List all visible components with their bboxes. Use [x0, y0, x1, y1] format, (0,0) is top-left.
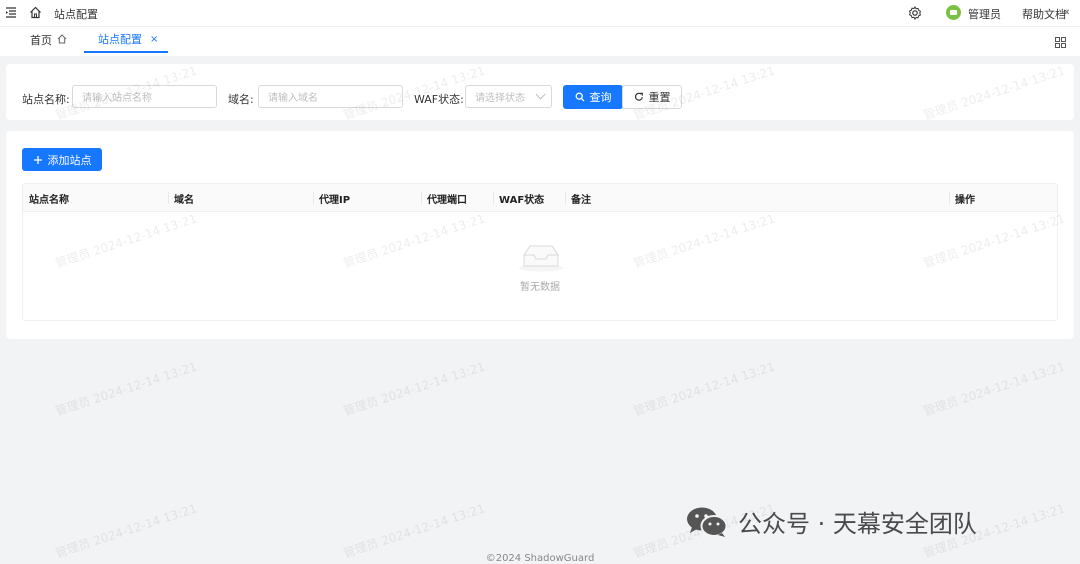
column-proxy-ip: 代理IP: [313, 184, 421, 212]
top-bar: 站点配置 管理员 帮助文档 «: [0, 0, 1080, 26]
search-panel: 站点名称: 请输入站点名称 域名: 请输入域名 WAF状态: 请选择状态 查询 …: [6, 64, 1074, 120]
breadcrumb: 站点配置: [54, 8, 98, 21]
column-remark: 备注: [565, 184, 949, 212]
tab-label: 首页: [30, 34, 52, 47]
reload-icon: [634, 92, 643, 101]
domain-input[interactable]: 请输入域名: [258, 85, 403, 108]
chevron-down-icon: [535, 89, 546, 100]
grid-icon[interactable]: [1055, 37, 1066, 48]
add-site-label: 添加站点: [47, 153, 92, 167]
help-docs-link[interactable]: 帮助文档: [1022, 6, 1066, 22]
home-icon: [57, 33, 67, 47]
column-site-name: 站点名称: [29, 194, 69, 206]
add-site-button[interactable]: 添加站点: [22, 148, 102, 171]
watermark: 管理员 2024-12-14 13:21: [921, 359, 1067, 419]
search-icon: [575, 92, 584, 102]
close-icon[interactable]: ×: [150, 34, 158, 45]
column-actions: 操作: [949, 184, 1057, 212]
avatar[interactable]: [946, 5, 961, 20]
domain-label: 域名:: [228, 93, 254, 106]
menu-toggle-icon[interactable]: [4, 5, 18, 19]
wechat-text: 公众号 · 天幕安全团队: [738, 510, 977, 538]
query-button[interactable]: 查询: [563, 85, 623, 109]
waf-status-select[interactable]: 请选择状态: [465, 85, 552, 108]
reset-label: 重置: [648, 91, 671, 104]
empty-text: 暂无数据: [520, 282, 560, 293]
collapse-icon[interactable]: «: [1063, 5, 1070, 18]
site-name-label: 站点名称:: [22, 93, 70, 106]
reset-button[interactable]: 重置: [622, 85, 682, 109]
column-domain: 域名: [168, 184, 313, 212]
empty-inbox-icon: [519, 245, 563, 272]
footer-copyright: ©2024 ShadowGuard: [485, 553, 595, 564]
tab-label: 站点配置: [98, 33, 142, 46]
watermark: 管理员 2024-12-14 13:21: [341, 359, 487, 419]
home-icon[interactable]: [28, 5, 42, 19]
tabs-bar: 首页 站点配置 ×: [0, 26, 1080, 56]
waf-status-placeholder: 请选择状态: [475, 93, 525, 104]
column-waf-status: WAF状态: [493, 184, 565, 212]
wechat-overlay: 公众号 · 天幕安全团队: [686, 504, 977, 539]
site-name-input[interactable]: 请输入站点名称: [72, 85, 217, 108]
domain-placeholder: 请输入域名: [268, 93, 318, 104]
watermark: 管理员 2024-12-14 13:21: [631, 359, 777, 419]
sites-panel: 添加站点 站点名称 域名 代理IP 代理端口 WAF状态 备注 操作 暂无数据: [6, 131, 1074, 339]
table-header: 站点名称 域名 代理IP 代理端口 WAF状态 备注 操作: [23, 184, 1057, 212]
user-name[interactable]: 管理员: [968, 6, 1001, 22]
tab-site-config[interactable]: 站点配置 ×: [84, 27, 168, 53]
sites-table: 站点名称 域名 代理IP 代理端口 WAF状态 备注 操作 暂无数据: [22, 183, 1058, 321]
waf-status-label: WAF状态:: [414, 93, 464, 106]
plus-icon: [33, 155, 42, 164]
wechat-icon: [687, 507, 728, 537]
site-name-placeholder: 请输入站点名称: [82, 93, 152, 104]
settings-icon[interactable]: [907, 5, 922, 20]
watermark: 管理员 2024-12-14 13:21: [53, 359, 199, 419]
column-proxy-port: 代理端口: [421, 184, 493, 212]
tab-home[interactable]: 首页: [30, 27, 67, 53]
query-label: 查询: [589, 91, 612, 104]
